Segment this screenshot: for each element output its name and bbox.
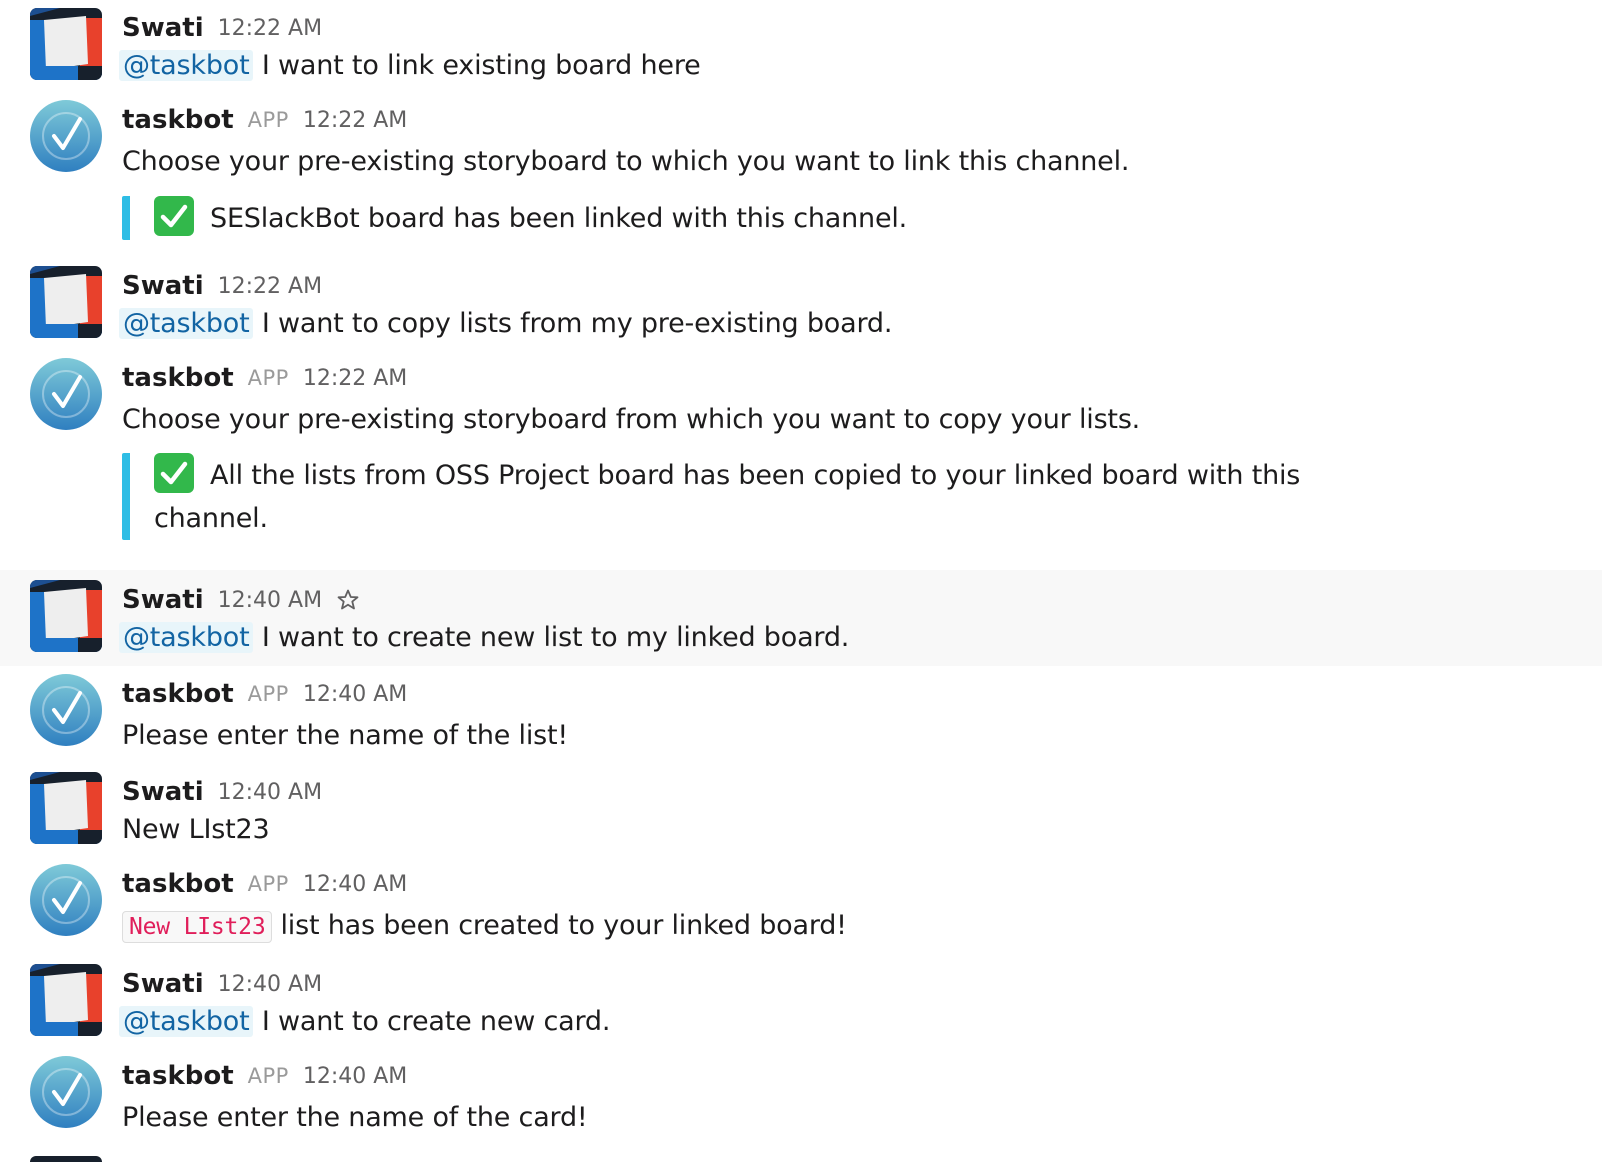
message-attachment: All the lists from OSS Project board has… <box>122 453 1300 540</box>
avatar-swati[interactable] <box>30 8 102 80</box>
timestamp[interactable]: 12:22 AM <box>303 108 407 133</box>
timestamp[interactable]: 12:40 AM <box>303 682 407 707</box>
message-text: New LIst23 <box>122 811 270 849</box>
message-body: I want to create new card. <box>261 1006 611 1037</box>
avatar-swati[interactable] <box>30 1156 102 1162</box>
avatar-swati[interactable] <box>30 266 102 338</box>
avatar-taskbot[interactable] <box>30 1056 102 1128</box>
avatar-taskbot[interactable] <box>30 100 102 172</box>
message-meta: Swati 12:40 AM <box>122 774 322 810</box>
message-feed: Swati 12:22 AM @taskbot I want to link e… <box>0 0 1602 1162</box>
app-badge: APP <box>247 366 289 390</box>
message-text: @taskbot I want to copy lists from my pr… <box>119 305 893 343</box>
avatar-swati[interactable] <box>30 964 102 1036</box>
author-name[interactable]: taskbot <box>122 869 234 899</box>
message-meta: Swati 12:22 AM <box>122 10 322 46</box>
message-text: Please enter the name of the card! <box>122 1099 588 1137</box>
message: Swati 12:40 AM @taskbot I want to create… <box>0 956 1602 1048</box>
timestamp[interactable]: 12:22 AM <box>218 16 322 41</box>
message-meta: taskbot APP 12:22 AM <box>122 102 407 138</box>
author-name[interactable]: Swati <box>122 13 204 43</box>
check-mark-icon <box>154 453 194 493</box>
author-name[interactable]: Swati <box>122 777 204 807</box>
app-badge: APP <box>247 1064 289 1088</box>
app-badge: APP <box>247 872 289 896</box>
message: taskbot APP 12:22 AM Choose your pre-exi… <box>0 350 1602 558</box>
timestamp[interactable]: 12:40 AM <box>303 872 407 897</box>
attachment-text-continued: channel. <box>154 503 268 534</box>
message-text: Choose your pre-existing storyboard from… <box>122 401 1140 439</box>
mention-link[interactable]: @taskbot <box>119 1006 254 1037</box>
author-name[interactable]: Swati <box>122 969 204 999</box>
avatar-swati[interactable] <box>30 580 102 652</box>
message-body: I want to create new list to my linked b… <box>261 622 850 653</box>
message-meta: Swati 12:40 AM <box>122 582 360 618</box>
timestamp[interactable]: 12:22 AM <box>303 366 407 391</box>
message: Swati 12:40 AM New LIst23 <box>0 764 1602 856</box>
message-text: @taskbot I want to create new card. <box>119 1003 611 1041</box>
message-meta: taskbot APP 12:40 AM <box>122 866 407 902</box>
app-badge: APP <box>247 682 289 706</box>
avatar-swati[interactable] <box>30 772 102 844</box>
timestamp[interactable]: 12:40 AM <box>303 1064 407 1089</box>
author-name[interactable]: Swati <box>122 271 204 301</box>
mention-link[interactable]: @taskbot <box>119 622 254 653</box>
avatar-taskbot[interactable] <box>30 674 102 746</box>
timestamp[interactable]: 12:40 AM <box>218 780 322 805</box>
message-body: Choose your pre-existing storyboard to w… <box>122 146 1130 177</box>
star-icon[interactable] <box>336 588 360 612</box>
message: taskbot APP 12:40 AM New LIst23 list has … <box>0 856 1602 956</box>
avatar-taskbot[interactable] <box>30 358 102 430</box>
message: Swati 12:22 AM @taskbot I want to link e… <box>0 0 1602 92</box>
author-name[interactable]: taskbot <box>122 363 234 393</box>
mention-link[interactable]: @taskbot <box>119 50 254 81</box>
avatar-taskbot[interactable] <box>30 864 102 936</box>
timestamp[interactable]: 12:40 AM <box>218 972 322 997</box>
message: Swati 12:40 AM @taskbot I want to create… <box>0 570 1602 666</box>
message-text: @taskbot I want to create new list to my… <box>119 619 850 657</box>
timestamp[interactable]: 12:40 AM <box>218 588 322 613</box>
message-body: Please enter the name of the card! <box>122 1102 588 1133</box>
message-text: New LIst23 list has been created to your … <box>122 907 847 946</box>
message-body: list has been created to your linked boa… <box>280 910 847 941</box>
author-name[interactable]: Swati <box>122 585 204 615</box>
message: taskbot APP 12:40 AM Please enter the na… <box>0 666 1602 764</box>
message-meta: Swati 12:22 AM <box>122 268 322 304</box>
message: Swati 12:22 AM @taskbot I want to copy l… <box>0 258 1602 350</box>
message-text: @taskbot I want to link existing board h… <box>119 47 701 85</box>
message-attachment: SESlackBot board has been linked with th… <box>122 196 907 240</box>
message-meta: taskbot APP 12:40 AM <box>122 676 407 712</box>
timestamp[interactable]: 12:22 AM <box>218 274 322 299</box>
attachment-text: SESlackBot board has been linked with th… <box>210 203 908 234</box>
author-name[interactable]: taskbot <box>122 1061 234 1091</box>
message-body: New LIst23 <box>122 814 270 845</box>
app-badge: APP <box>247 108 289 132</box>
author-name[interactable]: taskbot <box>122 105 234 135</box>
message-body: I want to link existing board here <box>261 50 701 81</box>
check-mark-icon <box>154 196 194 236</box>
message: taskbot APP 12:22 AM Choose your pre-exi… <box>0 92 1602 258</box>
message-meta: Swati 12:40 AM <box>122 966 322 1002</box>
message-body: I want to copy lists from my pre-existin… <box>261 308 893 339</box>
message-body: Choose your pre-existing storyboard from… <box>122 404 1141 435</box>
message-meta: taskbot APP 12:40 AM <box>122 1058 407 1094</box>
message-text: Choose your pre-existing storyboard to w… <box>122 143 1129 181</box>
inline-code: New LIst23 <box>122 911 273 943</box>
message-text: Please enter the name of the list! <box>122 717 568 755</box>
message-meta: taskbot APP 12:22 AM <box>122 360 407 396</box>
message-body: Please enter the name of the list! <box>122 720 569 751</box>
message: taskbot APP 12:40 AM Please enter the na… <box>0 1048 1602 1154</box>
attachment-text: All the lists from OSS Project board has… <box>210 460 1301 491</box>
mention-link[interactable]: @taskbot <box>119 308 254 339</box>
author-name[interactable]: taskbot <box>122 679 234 709</box>
